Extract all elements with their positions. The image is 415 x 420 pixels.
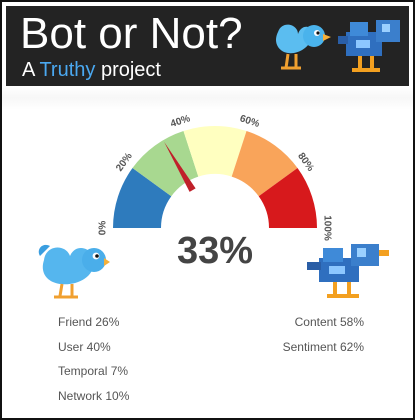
twitter-bird-icon [38,244,110,299]
left-score-list: Friend 26% User 40% Temporal 7% Network … [58,310,129,408]
gauge-tick-label: 40% [169,113,192,130]
network-score: Network 10% [58,388,130,403]
app-title: Bot or Not? [20,9,243,58]
app-subtitle: A Truthy project [22,58,161,82]
gauge-tick-label: 0% [98,221,109,236]
subtitle-suffix: project [100,59,161,81]
header-banner: Bot or Not? A Truthy project [6,6,409,86]
header-robot-bird-icon [338,20,400,72]
header-twitter-bird-icon [276,24,331,70]
bot-score-value: 33% [176,230,254,272]
sentiment-score: Sentiment 62% [282,339,364,354]
user-score: User 40% [58,339,111,354]
gauge-tick-label: 60% [238,113,261,130]
robot-bird-icon [307,244,389,298]
content-score: Content 58% [294,315,364,329]
right-score-list: Content 58% Sentiment 62% [268,310,364,359]
truthy-link[interactable]: Truthy [39,59,95,81]
temporal-score: Temporal 7% [58,364,129,378]
friend-score: Friend 26% [58,315,120,329]
subtitle-prefix: A [22,59,35,81]
app-frame: Bot or Not? A Truthy project 0% 20% 40% … [0,0,415,420]
